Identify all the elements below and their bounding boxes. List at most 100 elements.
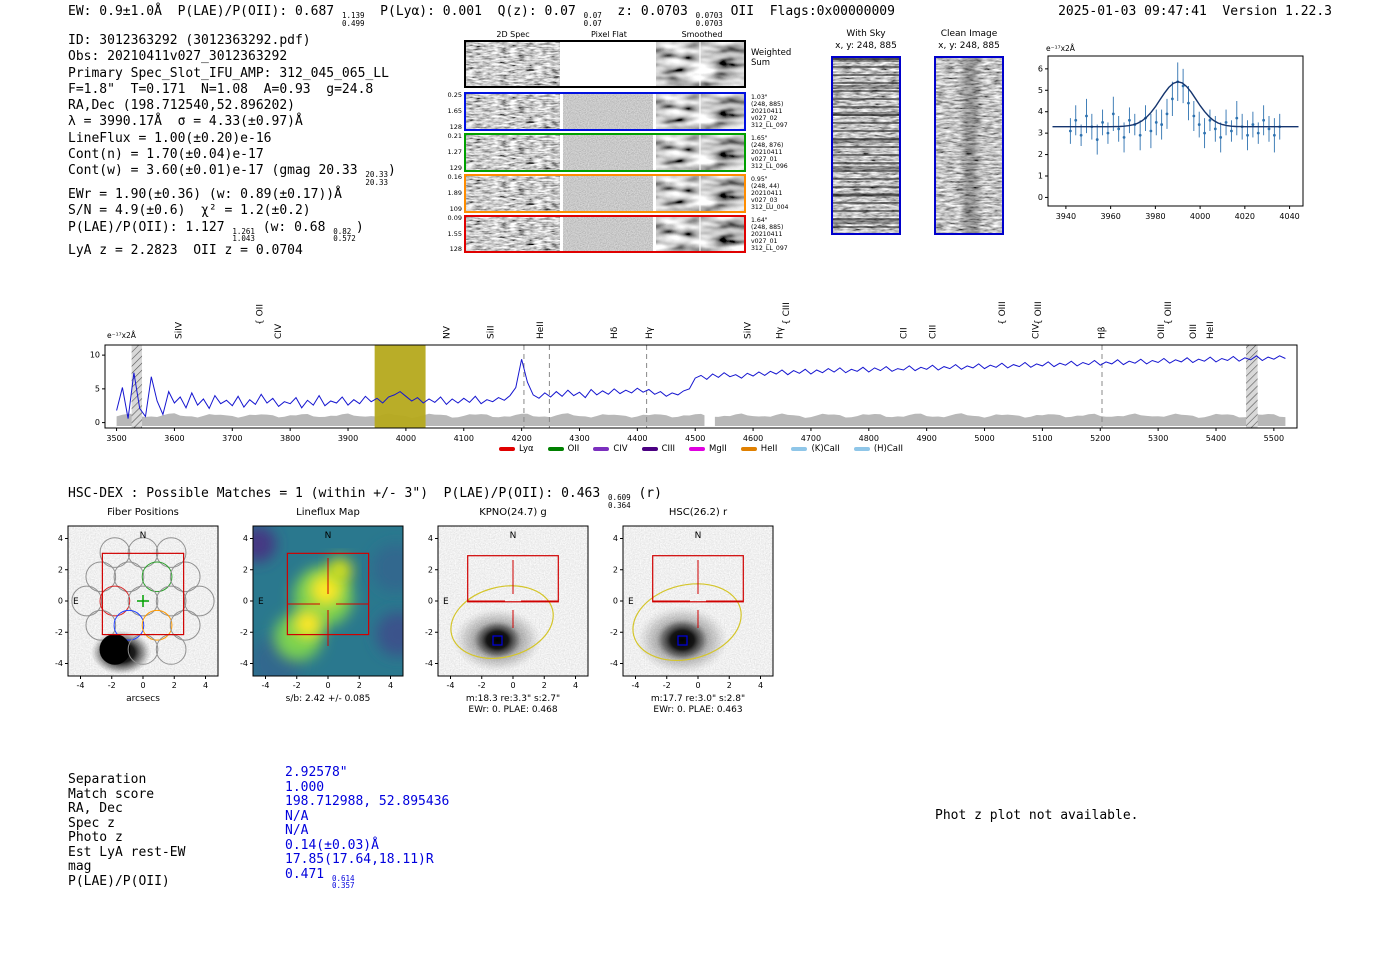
svg-text:4: 4 (573, 681, 578, 690)
legend-swatch (547, 447, 564, 451)
match-table-label: Match score (68, 786, 155, 802)
strip-scale-labels: 0.16 1.89 109 (447, 173, 462, 213)
compass-east: E (628, 597, 634, 607)
timestamp-version: 2025-01-03 09:47:41 Version 1.22.3 (1058, 4, 1332, 19)
data-point (1262, 118, 1266, 122)
svg-text:0: 0 (1038, 193, 1043, 202)
svg-text:4: 4 (758, 681, 763, 690)
match-table-value: N/A (285, 823, 309, 838)
catalog-match-table: Separation 2.92578" Match score 1.000 RA, De… (68, 765, 449, 890)
emission-line-label: { OII (256, 304, 266, 325)
svg-text:-4: -4 (240, 659, 248, 668)
match-table-row: mag 17.85(17.64,18.11)R (68, 852, 434, 874)
svg-text:4: 4 (428, 534, 433, 543)
gaussian-fit-line (1052, 80, 1299, 128)
svg-text:3900: 3900 (338, 434, 358, 443)
legend-item: MgII (689, 444, 727, 454)
svg-text:4000: 4000 (396, 434, 416, 443)
legend-swatch (853, 447, 870, 451)
hsc-plot: -4 -4 -2 -2 0 0 2 2 4 4 N E (610, 525, 774, 690)
strip-scale-labels: 0.09 1.55 128 (447, 214, 462, 253)
fiber-positions-title: Fiber Positions (107, 507, 179, 518)
svg-text:3800: 3800 (280, 434, 300, 443)
svg-text:3600: 3600 (164, 434, 184, 443)
svg-text:3500: 3500 (106, 434, 126, 443)
svg-text:-2: -2 (55, 628, 63, 637)
svg-text:4020: 4020 (1235, 212, 1255, 221)
compass-east: E (258, 597, 264, 607)
legend-item: CIII (641, 444, 675, 454)
galaxy-blob (656, 619, 709, 662)
compass-north: N (140, 531, 147, 541)
data-point (1165, 112, 1169, 116)
svg-text:-2: -2 (663, 681, 671, 690)
lineflux-blob (294, 610, 322, 638)
data-point (1101, 121, 1104, 124)
match-table-row: Match score 1.000 (68, 780, 324, 802)
match-table-label: P(LAE)/P(OII) (68, 873, 170, 889)
strip-image-cell (656, 42, 744, 86)
stacked-range-value: 20.33 20.33 (365, 170, 388, 188)
data-point (1197, 123, 1201, 126)
galaxy-blob (473, 621, 522, 660)
data-point (1272, 133, 1276, 137)
emission-line-label: SiIV (175, 321, 185, 339)
svg-text:5400: 5400 (1206, 434, 1226, 443)
hsc-caption2: EWr: 0. PLAE: 0.463 (653, 705, 743, 715)
svg-text:5: 5 (1038, 86, 1043, 95)
match-table-value: N/A (285, 808, 309, 824)
stacked-range-value: 0.07 0.07 (583, 11, 602, 28)
svg-text:5100: 5100 (1032, 434, 1052, 443)
data-point (1267, 127, 1271, 131)
elixer-detection-report: EW: 0.9±1.0Å P(LAE)/P(OII): 0.687 1.139 0… (0, 0, 1400, 953)
svg-text:0: 0 (428, 597, 433, 606)
data-point (1170, 97, 1174, 101)
strip-image-cell (563, 217, 653, 251)
fiber-circle (99, 634, 131, 665)
svg-text:4900: 4900 (916, 434, 936, 443)
strip-annotation: 1.03" (248, 885) 20210411 v027_02 312_LL_097 (751, 94, 788, 129)
emission-line-label: OIII (1157, 324, 1167, 339)
svg-text:6: 6 (1038, 64, 1043, 73)
match-table-row: Spec z N/A (68, 809, 308, 831)
legend-swatch (499, 447, 515, 451)
analysis-window-band (374, 345, 426, 428)
svg-text:5500: 5500 (1264, 434, 1284, 443)
lineflux-caption: s/b: 2.42 +/- 0.085 (285, 694, 371, 704)
data-point (1187, 101, 1190, 105)
fiber-2d-strip (464, 215, 746, 253)
data-point (1246, 133, 1249, 137)
svg-text:5200: 5200 (1090, 434, 1110, 443)
emission-line-label: CIV (274, 323, 284, 339)
svg-text:0: 0 (695, 681, 700, 690)
info-line: Obs: 20210411v027_3012363292 (68, 49, 288, 65)
legend-item: HeII (740, 444, 777, 454)
match-table-value: 198.712988, 52.895436 (285, 794, 450, 809)
svg-text:0: 0 (243, 597, 248, 606)
match-table-row: Est LyA rest-EW 0.14(±0.03)Å (68, 838, 379, 860)
data-point (1095, 138, 1099, 141)
match-table-label: mag (68, 859, 92, 874)
data-point (1235, 116, 1239, 120)
info-line: Primary Spec_Slot_IFU_AMP: 312_045_065_L… (68, 65, 389, 81)
compass-north: N (510, 531, 517, 541)
svg-text:3700: 3700 (222, 434, 242, 443)
data-point (1079, 133, 1083, 137)
info-line: LyA z = 2.2823 OII z = 0.0704 (68, 243, 303, 259)
svg-text:2: 2 (1038, 150, 1043, 159)
svg-text:2: 2 (542, 681, 547, 690)
emission-line-label: SiII (486, 325, 496, 339)
lineflux-blob (376, 612, 403, 656)
match-table-value: 0.14(±0.03)Å (285, 837, 379, 853)
strip-annotation: 1.64" (248, 885) 20210411 v027_01 312_LL_097 (751, 217, 788, 252)
legend-item: (H)CaII (853, 444, 903, 454)
match-table-label: RA, Dec (68, 801, 123, 816)
svg-text:-4: -4 (425, 659, 433, 668)
lineflux-blob (253, 526, 276, 562)
full-spectrum-chart: 3500 3600 3700 3800 3900 4000 4100 4200 4300 4400… (90, 301, 1298, 443)
weighted-sum-strip (464, 40, 746, 88)
col-header-pixelflat: Pixel Flat (591, 30, 627, 39)
svg-text:4: 4 (243, 534, 248, 543)
svg-text:-2: -2 (478, 681, 486, 690)
line-fit-chart: 3940 3960 3980 4000 4020 4040 0 1 2 3 4 5 6 e⁻¹⁷x2Å (1038, 44, 1304, 221)
